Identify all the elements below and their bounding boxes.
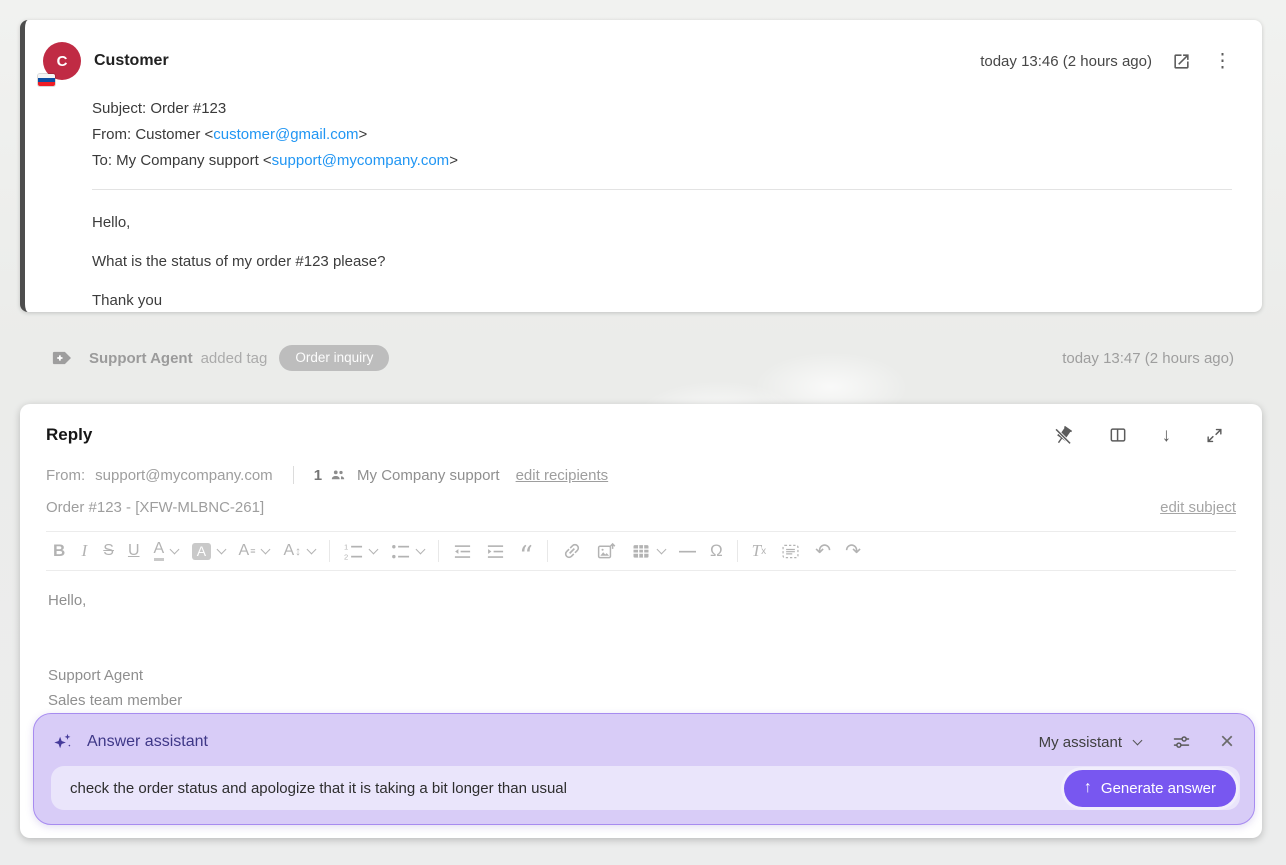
activity-actor: Support Agent xyxy=(89,350,193,367)
reply-from-row: From: support@mycompany.com 1 My Company… xyxy=(46,462,1236,488)
email-meta-block: Subject: Order #123 From: Customer <cust… xyxy=(92,96,1234,174)
chevron-down-icon xyxy=(1133,736,1143,746)
kebab-menu-icon[interactable]: ⋮ xyxy=(1211,52,1234,71)
reply-header-row: Reply ↓ xyxy=(46,420,1236,450)
from-email-link[interactable]: customer@gmail.com xyxy=(213,126,358,143)
email-subject-line: Subject: Order #123 xyxy=(92,96,1234,122)
split-view-icon[interactable] xyxy=(1108,425,1128,445)
chevron-down-icon xyxy=(307,545,317,555)
generate-answer-button[interactable]: ↑ Generate answer xyxy=(1064,770,1236,807)
font-size-button[interactable]: A≡ xyxy=(232,536,277,566)
outdent-button[interactable] xyxy=(446,536,479,566)
to-email-link[interactable]: support@mycompany.com xyxy=(272,152,450,169)
from-label: From: xyxy=(46,467,85,484)
bold-button[interactable]: B xyxy=(46,536,72,566)
email-from-line: From: Customer <customer@gmail.com> xyxy=(92,122,1234,148)
sender-name: Customer xyxy=(94,52,169,70)
redo-button[interactable]: ↷ xyxy=(838,536,868,566)
collapse-down-icon[interactable]: ↓ xyxy=(1162,426,1172,445)
add-tag-icon xyxy=(52,349,73,367)
insert-table-button[interactable] xyxy=(624,536,672,566)
link-button[interactable] xyxy=(555,536,589,566)
editor-signature-line: Support Agent xyxy=(48,663,1234,688)
clear-formatting-button[interactable]: Tx xyxy=(745,536,773,566)
reply-from-address: support@mycompany.com xyxy=(95,467,273,484)
indent-button[interactable] xyxy=(479,536,512,566)
reply-title: Reply xyxy=(46,425,92,445)
open-in-new-icon[interactable] xyxy=(1172,52,1191,71)
email-body: Hello, What is the status of my order #1… xyxy=(92,209,1234,315)
assistant-input-row: ↑ Generate answer xyxy=(51,766,1240,810)
select-template-button[interactable] xyxy=(773,536,808,566)
ordered-list-button[interactable]: 12 xyxy=(337,536,384,566)
recipients-people-icon xyxy=(329,466,347,484)
activity-action: added tag xyxy=(201,350,268,367)
activity-timestamp: today 13:47 (2 hours ago) xyxy=(1062,350,1234,367)
expand-icon[interactable] xyxy=(1205,426,1224,445)
email-divider xyxy=(92,189,1232,190)
svg-text:2: 2 xyxy=(344,552,348,560)
tag-badge[interactable]: Order inquiry xyxy=(279,345,389,371)
chevron-down-icon xyxy=(369,545,379,555)
assistant-preset-select[interactable]: My assistant xyxy=(1039,734,1141,751)
customer-avatar[interactable]: C xyxy=(43,42,81,80)
horizontal-rule-button[interactable]: — xyxy=(672,536,703,566)
assistant-settings-icon[interactable] xyxy=(1171,732,1192,753)
blockquote-button[interactable]: “ xyxy=(512,536,540,566)
underline-button[interactable]: U xyxy=(121,536,147,566)
email-header-row: C Customer today 13:46 (2 hours ago) ⋮ xyxy=(43,42,1234,80)
chevron-down-icon xyxy=(416,545,426,555)
chevron-down-icon xyxy=(170,545,180,555)
insert-image-button[interactable] xyxy=(589,536,624,566)
line-height-button[interactable]: A↕ xyxy=(276,536,322,566)
editor-toolbar: B I S U A A A≡ A↕ 12 “ xyxy=(46,531,1236,571)
toolbar-separator xyxy=(547,540,548,562)
email-body-line: Thank you xyxy=(92,287,1234,315)
editor-line: Hello, xyxy=(48,588,1234,613)
assistant-header-row: Answer assistant My assistant × xyxy=(51,727,1240,757)
activity-log-row: Support Agent added tag Order inquiry to… xyxy=(0,312,1286,404)
reply-subject: Order #123 - [XFW-MLBNC-261] xyxy=(46,499,264,516)
bullet-list-button[interactable] xyxy=(384,536,431,566)
email-message-card: C Customer today 13:46 (2 hours ago) ⋮ S… xyxy=(20,20,1262,312)
close-icon[interactable]: × xyxy=(1220,730,1234,754)
highlight-color-button[interactable]: A xyxy=(185,536,231,566)
edit-recipients-link[interactable]: edit recipients xyxy=(516,467,609,484)
italic-button[interactable]: I xyxy=(72,536,96,566)
email-body-line: Hello, xyxy=(92,209,1234,237)
email-body-line: What is the status of my order #123 plea… xyxy=(92,248,1234,276)
text-color-button[interactable]: A xyxy=(147,536,186,566)
toolbar-separator xyxy=(329,540,330,562)
message-timestamp: today 13:46 (2 hours ago) xyxy=(980,53,1152,70)
assistant-title: Answer assistant xyxy=(87,733,208,751)
editor-signature-line: Sales team member xyxy=(48,688,1234,713)
email-to-line: To: My Company support <support@mycompan… xyxy=(92,148,1234,174)
answer-assistant-panel: Answer assistant My assistant × ↑ Genera… xyxy=(33,713,1255,825)
unpin-icon[interactable] xyxy=(1053,425,1074,446)
reply-subject-row: Order #123 - [XFW-MLBNC-261] edit subjec… xyxy=(46,495,1236,519)
slovakia-flag-icon xyxy=(38,74,55,86)
recipients-name: My Company support xyxy=(357,467,500,484)
editor-blank-space xyxy=(48,613,1234,663)
vertical-divider xyxy=(293,466,294,484)
special-characters-button[interactable]: Ω xyxy=(703,536,730,566)
chevron-down-icon xyxy=(216,545,226,555)
chevron-down-icon xyxy=(261,545,271,555)
toolbar-separator xyxy=(737,540,738,562)
assistant-prompt-input[interactable] xyxy=(68,779,1064,798)
reply-card: Reply ↓ From: support@mycompany.com 1 My… xyxy=(20,404,1262,838)
sparkles-icon xyxy=(51,731,74,754)
chevron-down-icon xyxy=(657,545,667,555)
up-arrow-icon: ↑ xyxy=(1084,779,1092,797)
edit-subject-link[interactable]: edit subject xyxy=(1160,499,1236,516)
recipients-count: 1 xyxy=(314,467,322,484)
svg-text:1: 1 xyxy=(344,542,348,551)
undo-button[interactable]: ↶ xyxy=(808,536,838,566)
toolbar-separator xyxy=(438,540,439,562)
strikethrough-button[interactable]: S xyxy=(96,536,121,566)
